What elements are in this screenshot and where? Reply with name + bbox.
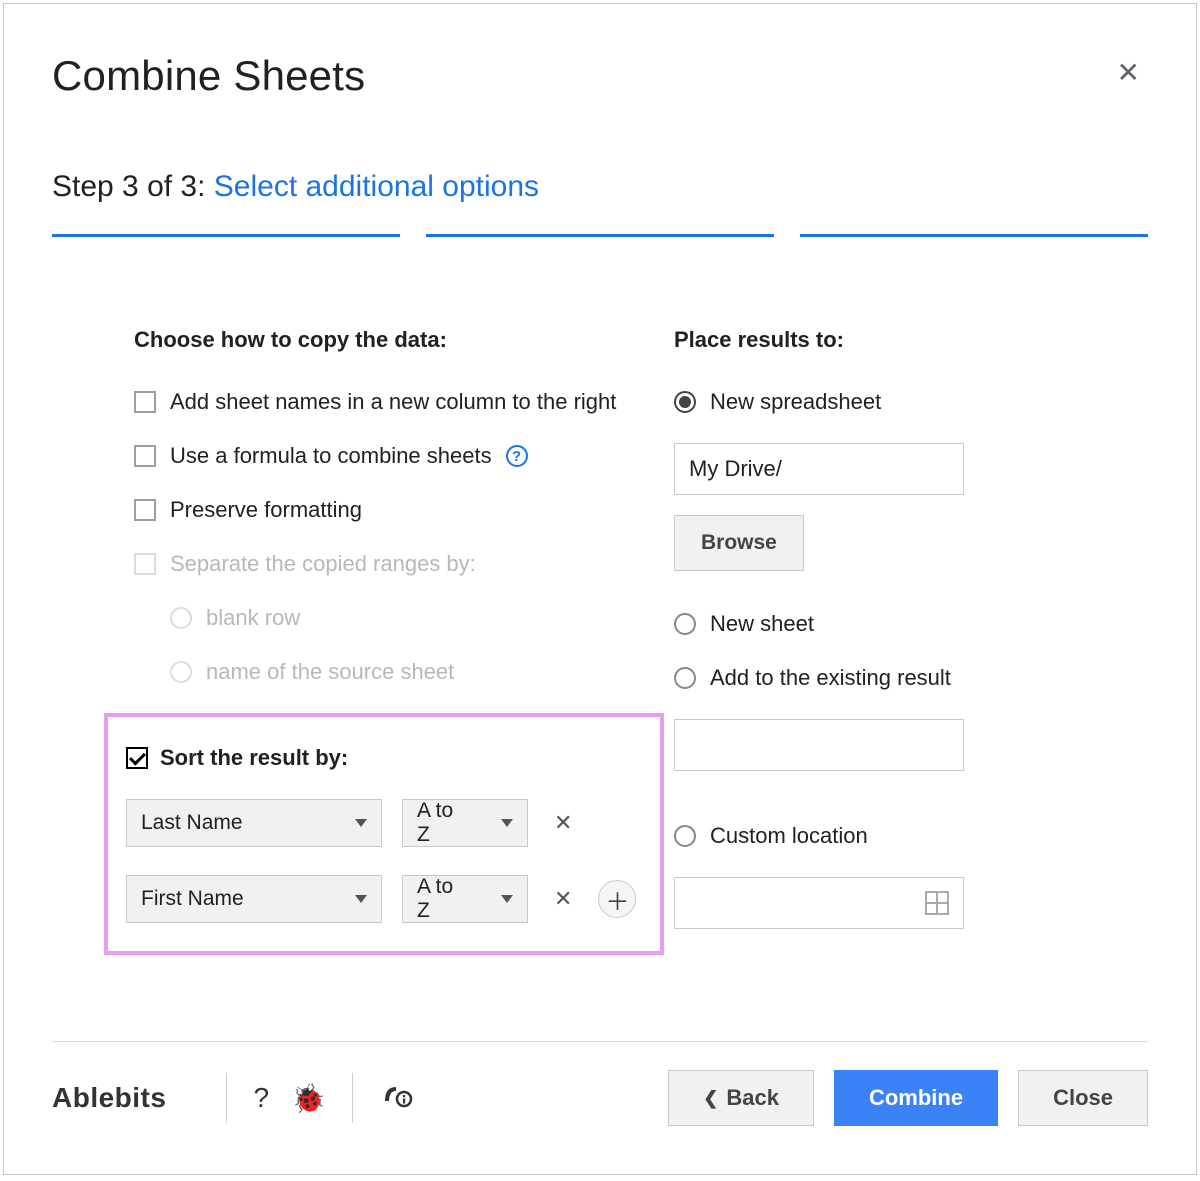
checkbox-icon <box>134 445 156 467</box>
button-label: Close <box>1053 1085 1113 1111</box>
checkbox-use-formula[interactable]: Use a formula to combine sheets ? <box>134 443 674 469</box>
checkbox-icon <box>134 499 156 521</box>
sort-column-select-2[interactable]: First Name <box>126 875 382 923</box>
sort-order-select-2[interactable]: A to Z <box>402 875 528 923</box>
remove-sort-row-2[interactable]: ✕ <box>548 886 578 912</box>
dialog-frame: Combine Sheets ✕ Step 3 of 3: Select add… <box>3 3 1197 1175</box>
radio-icon <box>674 825 696 847</box>
custom-location-input[interactable] <box>674 877 964 929</box>
radio-label: Add to the existing result <box>710 665 951 691</box>
checkbox-label: Sort the result by: <box>160 745 348 771</box>
sort-order-select-1[interactable]: A to Z <box>402 799 528 847</box>
sort-highlight-box: Sort the result by: Last Name A to Z ✕ <box>104 713 664 955</box>
checkbox-label: Preserve formatting <box>170 497 362 523</box>
radio-new-sheet[interactable]: New sheet <box>674 611 1148 637</box>
checkbox-sort-result[interactable]: Sort the result by: <box>126 745 638 771</box>
spacer <box>674 791 1148 823</box>
progress-bar <box>52 234 1148 237</box>
checkbox-icon <box>126 747 148 769</box>
radio-label: New sheet <box>710 611 814 637</box>
progress-seg-3 <box>800 234 1148 237</box>
title-row: Combine Sheets ✕ <box>52 52 1148 170</box>
footer-right: ❮ Back Combine Close <box>668 1070 1148 1126</box>
divider <box>226 1073 227 1123</box>
bug-icon[interactable]: 🐞 <box>291 1082 326 1115</box>
radio-name-source: name of the source sheet <box>170 659 674 685</box>
radio-custom-location[interactable]: Custom location <box>674 823 1148 849</box>
radio-icon <box>170 607 192 629</box>
right-column: Place results to: New spreadsheet My Dri… <box>674 327 1148 955</box>
browse-button[interactable]: Browse <box>674 515 804 571</box>
path-input[interactable]: My Drive/ <box>674 443 964 495</box>
close-icon[interactable]: ✕ <box>1109 52 1148 93</box>
main-columns: Choose how to copy the data: Add sheet n… <box>52 327 1148 955</box>
sort-row-1: Last Name A to Z ✕ <box>126 799 638 847</box>
input-value: My Drive/ <box>689 456 782 482</box>
brand-logo: Ablebits <box>52 1082 200 1114</box>
button-label: Back <box>726 1085 779 1111</box>
divider <box>352 1073 353 1123</box>
checkbox-add-sheet-names[interactable]: Add sheet names in a new column to the r… <box>134 389 674 415</box>
button-label: Combine <box>869 1085 963 1111</box>
help-icon[interactable]: ? <box>506 445 528 467</box>
step-prefix: Step 3 of 3: <box>52 170 214 203</box>
right-heading: Place results to: <box>674 327 1148 353</box>
checkbox-icon <box>134 391 156 413</box>
footer-left: Ablebits ? 🐞 <box>52 1073 413 1123</box>
step-heading: Step 3 of 3: Select additional options <box>52 170 1148 204</box>
back-button[interactable]: ❮ Back <box>668 1070 814 1126</box>
radio-icon <box>674 613 696 635</box>
radio-new-spreadsheet[interactable]: New spreadsheet <box>674 389 1148 415</box>
chevron-left-icon: ❮ <box>703 1088 718 1109</box>
chevron-down-icon <box>501 895 513 903</box>
page-title: Combine Sheets <box>52 52 365 100</box>
chevron-down-icon <box>501 819 513 827</box>
progress-seg-2 <box>426 234 774 237</box>
left-heading: Choose how to copy the data: <box>134 327 674 353</box>
checkbox-preserve-formatting[interactable]: Preserve formatting <box>134 497 674 523</box>
chevron-down-icon <box>355 895 367 903</box>
checkbox-label: Use a formula to combine sheets <box>170 443 492 469</box>
checkbox-label: Separate the copied ranges by: <box>170 551 476 577</box>
sort-row-2: First Name A to Z ✕ ＋ <box>126 875 638 923</box>
existing-result-input[interactable] <box>674 719 964 771</box>
radio-add-existing[interactable]: Add to the existing result <box>674 665 1148 691</box>
button-label: Browse <box>701 531 777 555</box>
radio-icon <box>170 661 192 683</box>
checkbox-icon <box>134 553 156 575</box>
radio-blank-row: blank row <box>170 605 674 631</box>
select-value: Last Name <box>141 811 243 835</box>
left-column: Choose how to copy the data: Add sheet n… <box>134 327 674 955</box>
help-icon[interactable]: ? <box>253 1082 269 1114</box>
add-sort-row-button[interactable]: ＋ <box>598 880 636 918</box>
select-value: A to Z <box>417 799 471 847</box>
chevron-down-icon <box>355 819 367 827</box>
radio-icon <box>674 391 696 413</box>
radio-icon <box>674 667 696 689</box>
checkbox-label: Add sheet names in a new column to the r… <box>170 389 616 415</box>
radio-label: New spreadsheet <box>710 389 881 415</box>
radio-label: blank row <box>206 605 300 631</box>
grid-icon[interactable] <box>925 891 949 915</box>
footer: Ablebits ? 🐞 ❮ Back Combine <box>52 1041 1148 1126</box>
sort-column-select-1[interactable]: Last Name <box>126 799 382 847</box>
select-value: A to Z <box>417 875 471 923</box>
select-value: First Name <box>141 887 244 911</box>
close-button[interactable]: Close <box>1018 1070 1148 1126</box>
radio-label: Custom location <box>710 823 868 849</box>
checkbox-separate-ranges: Separate the copied ranges by: <box>134 551 674 577</box>
separate-sub-options: blank row name of the source sheet <box>134 605 674 685</box>
info-icon[interactable] <box>379 1081 413 1116</box>
progress-seg-1 <box>52 234 400 237</box>
radio-label: name of the source sheet <box>206 659 454 685</box>
remove-sort-row-1[interactable]: ✕ <box>548 810 578 836</box>
step-link[interactable]: Select additional options <box>214 170 539 203</box>
combine-button[interactable]: Combine <box>834 1070 998 1126</box>
